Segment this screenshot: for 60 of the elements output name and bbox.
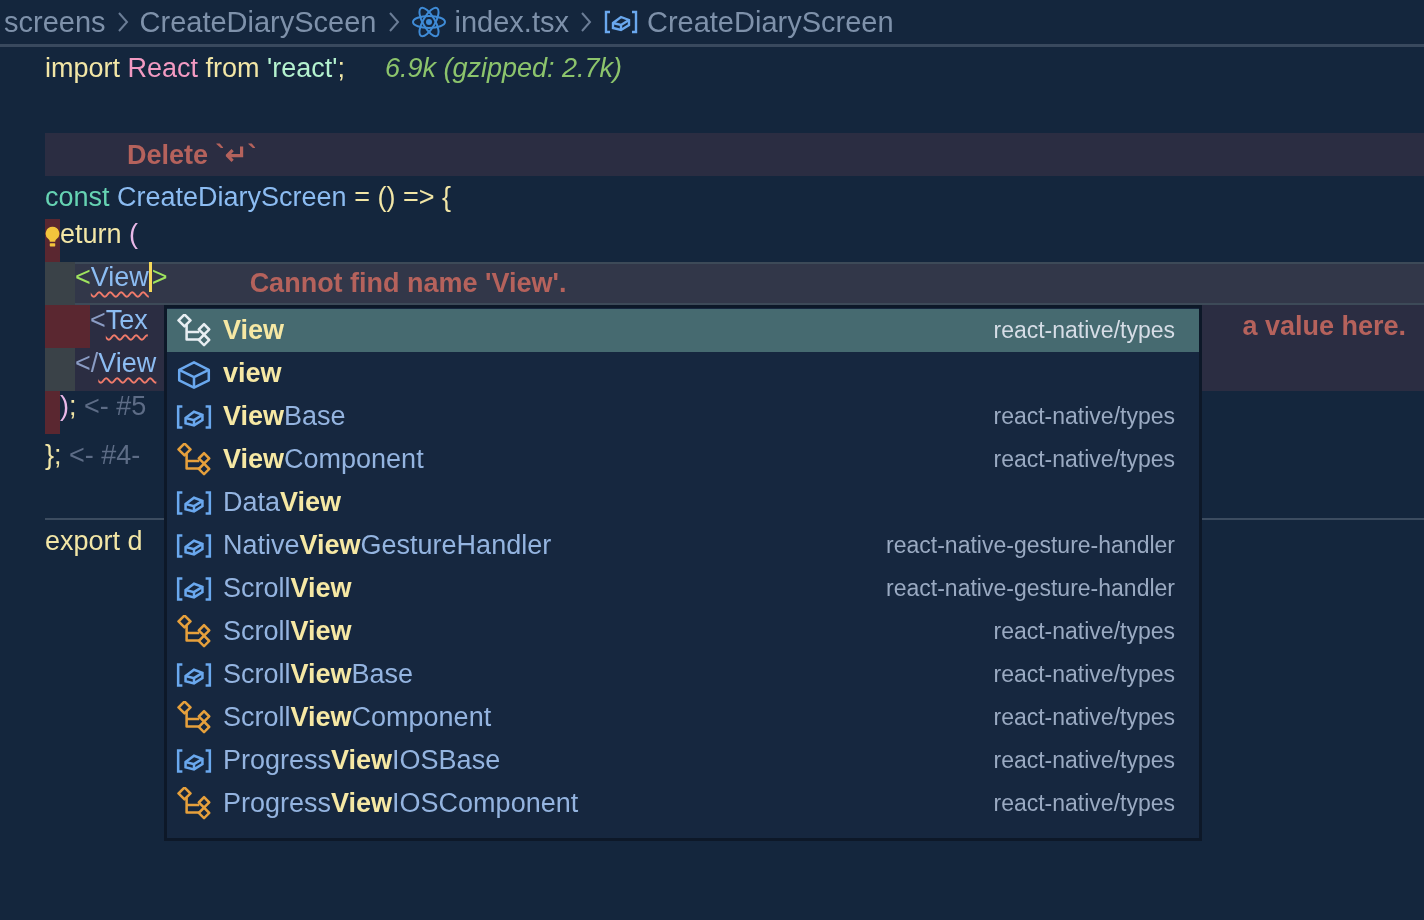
import-size-hint: 6.9k (gzipped: 2.7k) — [384, 53, 623, 84]
chevron-icon — [115, 10, 130, 34]
suggestion-label: DataView — [223, 487, 342, 518]
suggestion-item[interactable]: NativeViewGestureHandler react-native-gesture-handler — [167, 524, 1199, 567]
suggestion-source: react-native/types — [993, 661, 1175, 688]
suggestion-label: ViewComponent — [223, 444, 424, 475]
suggestion-source: react-native/types — [993, 790, 1175, 817]
breadcrumb-item[interactable]: CreateDiarySceen — [139, 5, 377, 39]
suggestion-item[interactable]: view — [167, 352, 1199, 395]
chevron-icon — [578, 10, 593, 34]
suggestion-label: ProgressViewIOSBase — [223, 745, 501, 776]
code-line: </View — [45, 348, 157, 391]
hierarchy-icon — [175, 442, 213, 477]
error-message: Cannot find name 'View'. — [249, 268, 567, 299]
suggestion-item[interactable]: View react-native/types — [167, 309, 1199, 352]
suggestion-label: view — [223, 358, 282, 389]
suggestion-item[interactable]: ScrollViewBase react-native/types — [167, 653, 1199, 696]
suggestion-item[interactable]: ViewComponent react-native/types — [167, 438, 1199, 481]
suggestion-source: react-native/types — [993, 317, 1175, 344]
suggestion-source: react-native/types — [993, 618, 1175, 645]
code-line: }; <- #4- — [45, 440, 141, 471]
code-line: const CreateDiaryScreen = () => { — [45, 182, 451, 213]
code-line: export d — [45, 526, 143, 557]
code-line: <View> — [45, 262, 168, 305]
suggestion-label: ProgressViewIOSComponent — [223, 788, 579, 819]
quick-fix-hint: Delete `↵` — [127, 138, 257, 171]
suggestion-label: ScrollView — [223, 573, 352, 604]
suggestion-source: react-native/types — [993, 446, 1175, 473]
chevron-icon — [386, 10, 401, 34]
suggestion-item[interactable]: ScrollView react-native-gesture-handler — [167, 567, 1199, 610]
suggestion-label: ScrollViewComponent — [223, 702, 492, 733]
suggestion-item[interactable]: ProgressViewIOSBase react-native/types — [167, 739, 1199, 782]
hierarchy-icon — [175, 700, 213, 735]
suggestion-source: react-native/types — [993, 403, 1175, 430]
suggestion-source: react-native/types — [993, 704, 1175, 731]
breadcrumb-label[interactable]: CreateDiaryScreen — [646, 5, 894, 39]
code-line: import React from 'react'; — [45, 53, 345, 84]
suggestion-label: ScrollViewBase — [223, 659, 414, 690]
hierarchy-icon — [175, 313, 213, 348]
suggestion-item[interactable]: ScrollView react-native/types — [167, 610, 1199, 653]
hierarchy-icon — [175, 614, 213, 649]
suggestion-source: react-native-gesture-handler — [886, 575, 1175, 602]
breadcrumb-label[interactable]: index.tsx — [454, 5, 569, 39]
suggestion-source: react-native/types — [993, 747, 1175, 774]
suggestion-item[interactable]: ProgressViewIOSComponent react-native/types — [167, 782, 1199, 825]
suggestion-label: View — [223, 315, 285, 346]
suggestion-item[interactable]: ViewBase react-native/types — [167, 395, 1199, 438]
suggestion-label: NativeViewGestureHandler — [223, 530, 552, 561]
breadcrumb-item[interactable]: screens — [4, 5, 106, 39]
react-icon — [410, 6, 447, 38]
code-line: ); <- #5 — [45, 391, 147, 434]
suggestion-source: react-native-gesture-handler — [886, 532, 1175, 559]
hierarchy-icon — [175, 786, 213, 821]
suggestion-item[interactable]: ScrollViewComponent react-native/types — [167, 696, 1199, 739]
suggestion-label: ViewBase — [223, 401, 346, 432]
error-message: a value here. — [1242, 311, 1406, 342]
lightbulb-icon[interactable] — [45, 225, 60, 249]
code-line: <Tex — [45, 305, 148, 348]
suggestion-item[interactable]: DataView — [167, 481, 1199, 524]
suggestion-label: ScrollView — [223, 616, 352, 647]
